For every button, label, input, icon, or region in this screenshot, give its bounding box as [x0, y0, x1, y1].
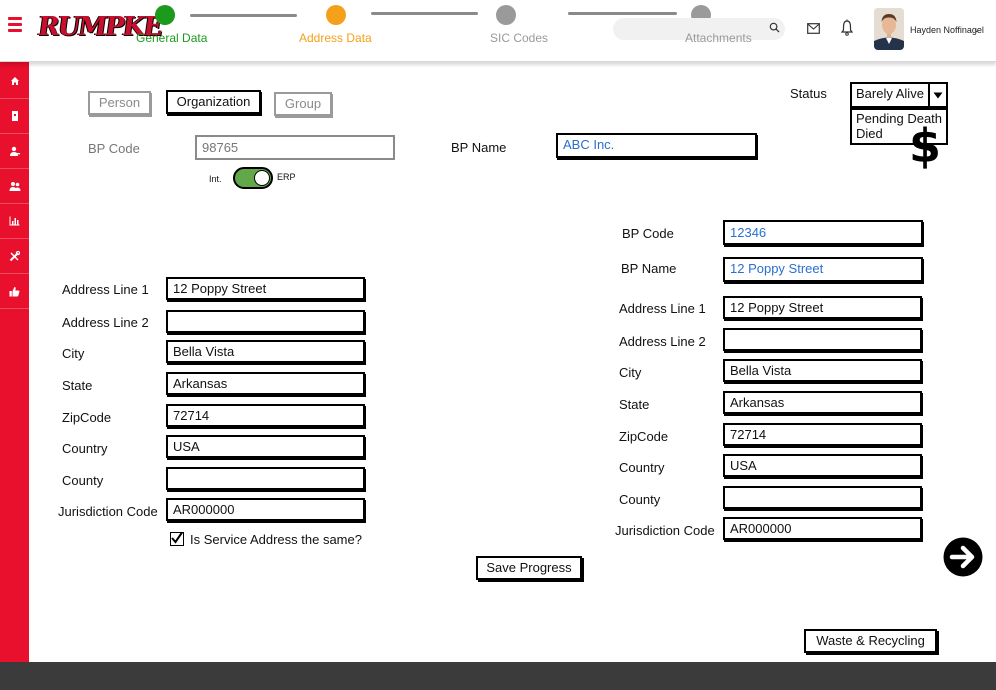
- hamburger-menu-icon[interactable]: [8, 17, 22, 33]
- right-county-label: County: [619, 492, 661, 507]
- footer-bar: [0, 662, 996, 690]
- sidebar-item-feedback[interactable]: [0, 274, 29, 309]
- status-select[interactable]: Barely Alive: [850, 82, 948, 108]
- mail-icon[interactable]: [807, 23, 820, 34]
- left-city-input[interactable]: Bella Vista: [166, 340, 365, 363]
- right-jurisdiction-code-input[interactable]: AR000000: [723, 517, 922, 540]
- left-jurisdiction-code-label: Jurisdiction Code: [58, 504, 158, 519]
- waste-recycling-button[interactable]: Waste & Recycling: [804, 629, 937, 653]
- step-connector: [371, 12, 478, 15]
- sidebar-item-groups[interactable]: [0, 169, 29, 204]
- right-county-input[interactable]: [723, 486, 922, 509]
- service-address-checkbox[interactable]: [170, 531, 184, 546]
- avatar[interactable]: [874, 8, 904, 50]
- int-erp-toggle[interactable]: [233, 167, 273, 189]
- sidebar-item-user[interactable]: [0, 134, 29, 169]
- left-address-line2-input[interactable]: [166, 310, 365, 333]
- dropdown-arrow-icon[interactable]: [928, 84, 946, 106]
- sidebar-item-tools[interactable]: [0, 239, 29, 274]
- tools-icon: [9, 250, 20, 261]
- right-state-label: State: [619, 397, 650, 412]
- right-city-label: City: [619, 365, 642, 380]
- sidebar-item-home[interactable]: [0, 64, 29, 99]
- step-dot-general-data[interactable]: [155, 5, 175, 25]
- bp-code-label: BP Code: [88, 141, 140, 156]
- right-address-line1-input[interactable]: 12 Poppy Street: [723, 296, 922, 319]
- dollar-sign: $: [909, 119, 942, 173]
- document-icon: [11, 111, 18, 121]
- right-bp-code-input[interactable]: 12346: [723, 220, 923, 245]
- right-bp-name-label: BP Name: [621, 261, 677, 276]
- save-progress-button[interactable]: Save Progress: [476, 556, 582, 580]
- right-zipcode-label: ZipCode: [619, 429, 669, 444]
- step-label-general-data[interactable]: General Data: [136, 31, 207, 45]
- right-address-line2-label: Address Line 2: [619, 334, 706, 349]
- left-address-line2-label: Address Line 2: [62, 315, 149, 330]
- checkmark-icon: [171, 531, 183, 544]
- type-organization-button[interactable]: Organization: [166, 90, 261, 114]
- left-address-line1-label: Address Line 1: [62, 282, 149, 297]
- left-state-input[interactable]: Arkansas: [166, 372, 365, 395]
- sidebar-item-reports[interactable]: [0, 204, 29, 239]
- left-city-label: City: [62, 346, 85, 361]
- left-zipcode-label: ZipCode: [62, 410, 112, 425]
- status-selected-value: Barely Alive: [856, 86, 924, 101]
- left-county-input[interactable]: [166, 467, 365, 490]
- service-address-checkbox-label[interactable]: Is Service Address the same?: [190, 532, 362, 547]
- right-address-line2-input[interactable]: [723, 328, 922, 351]
- right-city-input[interactable]: Bella Vista: [723, 359, 922, 382]
- step-label-sic-codes[interactable]: SIC Codes: [490, 31, 548, 45]
- right-state-input[interactable]: Arkansas: [723, 391, 922, 414]
- chart-icon: [9, 216, 20, 226]
- step-connector: [190, 14, 297, 17]
- toggle-left-label: Int.: [209, 174, 222, 184]
- user-icon: [10, 146, 20, 156]
- step-label-address-data[interactable]: Address Data: [299, 31, 372, 45]
- bp-name-input[interactable]: ABC Inc.: [556, 133, 757, 158]
- step-dot-address-data[interactable]: [326, 5, 346, 25]
- left-jurisdiction-code-input[interactable]: AR000000: [166, 498, 365, 521]
- right-jurisdiction-code-label: Jurisdiction Code: [615, 523, 715, 538]
- bp-code-input[interactable]: 98765: [195, 135, 395, 160]
- step-label-attachments[interactable]: Attachments: [685, 31, 752, 45]
- type-group-button[interactable]: Group: [274, 92, 332, 116]
- left-zipcode-input[interactable]: 72714: [166, 404, 365, 427]
- right-address-line1-label: Address Line 1: [619, 301, 706, 316]
- home-icon: [10, 77, 19, 85]
- search-icon[interactable]: [769, 22, 780, 33]
- right-country-label: Country: [619, 460, 665, 475]
- left-country-input[interactable]: USA: [166, 435, 365, 458]
- company-logo[interactable]: RUMPKE: [35, 8, 163, 46]
- right-country-input[interactable]: USA: [723, 454, 922, 477]
- step-dot-sic-codes[interactable]: [496, 5, 516, 25]
- bp-name-label: BP Name: [451, 140, 507, 155]
- chevron-down-icon[interactable]: ⌄: [973, 24, 981, 35]
- toggle-right-label: ERP: [277, 172, 296, 182]
- left-country-label: Country: [62, 441, 108, 456]
- left-state-label: State: [62, 378, 93, 393]
- top-header: RUMPKE General Data Address Data SIC Cod…: [0, 0, 996, 62]
- left-county-label: County: [62, 473, 104, 488]
- sidebar: [0, 62, 29, 662]
- thumbs-up-icon: [9, 286, 20, 296]
- group-icon: [9, 181, 20, 191]
- type-person-button[interactable]: Person: [88, 91, 151, 115]
- step-connector: [568, 12, 677, 15]
- status-label: Status: [790, 86, 827, 101]
- next-arrow-icon[interactable]: [942, 536, 984, 578]
- sidebar-item-documents[interactable]: [0, 99, 29, 134]
- right-bp-name-input[interactable]: 12 Poppy Street: [723, 257, 923, 282]
- right-bp-code-label: BP Code: [622, 226, 674, 241]
- right-zipcode-input[interactable]: 72714: [723, 423, 922, 446]
- left-address-line1-input[interactable]: 12 Poppy Street: [166, 277, 365, 300]
- toggle-knob: [254, 170, 270, 186]
- notification-bell-icon[interactable]: [841, 19, 853, 37]
